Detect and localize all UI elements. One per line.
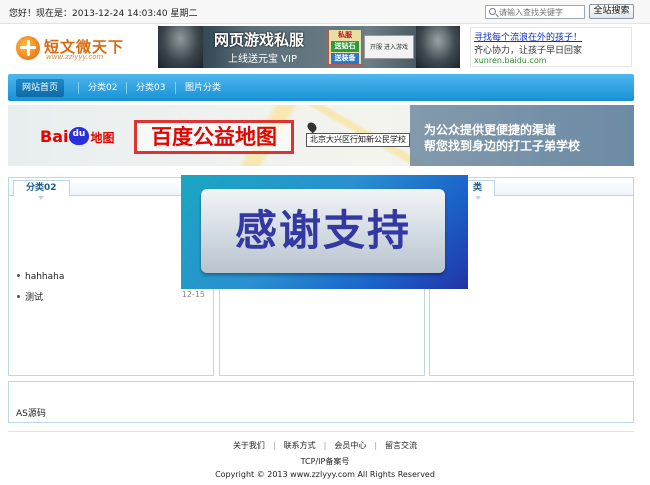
footer-links: 关于我们 | 联系方式 | 会员中心 | 留言交流 xyxy=(0,440,650,451)
search-icon xyxy=(489,8,496,15)
footer-divider xyxy=(8,431,634,432)
baidu-logo-left: Bai xyxy=(40,127,69,146)
banner-slogan-1: 为公众提供更便捷的渠道 xyxy=(424,123,557,137)
text-ad-url[interactable]: xunren.baidu.com xyxy=(474,56,628,65)
nav-item-category-02[interactable]: 分类02 xyxy=(88,79,117,97)
copyright: Copyright © 2013 www.zzlyyy.com All Righ… xyxy=(215,470,435,479)
baidu-map-logo: Bai 地图 xyxy=(40,127,115,146)
logo-url: www.zzlyyy.com xyxy=(46,53,104,61)
game-ad-panel: 开服 进入游戏 xyxy=(364,35,414,59)
baidu-paw-icon xyxy=(69,127,90,145)
nav-divider xyxy=(78,82,79,94)
baidu-logo-right: 地图 xyxy=(90,131,115,145)
school-label: 北京大兴区行知新公民学校 xyxy=(306,133,410,147)
game-ad-title: 网页游戏私服 xyxy=(214,31,305,49)
text-ad-link[interactable]: 寻找每个流浪在外的孩子！ xyxy=(474,30,628,43)
search-box[interactable] xyxy=(485,5,585,19)
box-title-tab[interactable]: 分类02 xyxy=(13,180,70,200)
list-item-title[interactable]: 测试 xyxy=(25,293,43,303)
bullet-icon xyxy=(17,295,20,298)
list-item-title[interactable]: hahhaha xyxy=(25,272,64,282)
site-logo[interactable]: 短文微天下 www.zzlyyy.com xyxy=(14,34,134,64)
greeting-datetime: 您好！现在是：2013-12-24 14:03:40 星期二 xyxy=(9,9,198,19)
list-item[interactable]: 测试 12-15 xyxy=(17,290,209,303)
nav-item-home[interactable]: 网站首页 xyxy=(16,79,65,97)
soldier-image xyxy=(416,26,460,68)
search-input[interactable] xyxy=(499,7,583,18)
soldier-image xyxy=(158,26,203,68)
footer-link-about[interactable]: 关于我们 xyxy=(233,441,265,450)
list-item-date: 12-15 xyxy=(181,290,205,299)
as-source-link[interactable]: AS源码 xyxy=(16,406,46,419)
bullet-icon xyxy=(17,274,20,277)
text-ad-desc: 齐心协力，让孩子早日回家 xyxy=(474,46,583,56)
badge-bot: 送装备 xyxy=(331,53,359,64)
footer-separator: | xyxy=(272,441,276,450)
footer-separator: | xyxy=(374,441,378,450)
badge-mid: 送钻石 xyxy=(331,41,359,52)
thanks-support-overlay[interactable]: 感谢支持 xyxy=(181,175,468,289)
thanks-text: 感谢支持 xyxy=(234,206,411,255)
footer-link-guestbook[interactable]: 留言交流 xyxy=(385,441,417,450)
logo-emblem-icon xyxy=(16,36,40,60)
badge-top: 私服 xyxy=(338,31,352,39)
game-ad-badge: 私服 送钻石 送装备 xyxy=(328,29,362,65)
nav-item-category-03[interactable]: 分类03 xyxy=(136,79,165,97)
footer-link-members[interactable]: 会员中心 xyxy=(334,441,366,450)
charity-map-title: 百度公益地图 xyxy=(134,120,294,154)
as-source-box: AS源码 xyxy=(8,381,634,423)
nav-item-images[interactable]: 图片分类 xyxy=(185,79,221,97)
nav-divider xyxy=(126,82,127,94)
icp-record[interactable]: TCP/IP备案号 xyxy=(0,456,650,467)
main-nav: 网站首页 分类02 分类03 图片分类 xyxy=(8,74,634,101)
baidu-charity-map-banner[interactable]: Bai 地图 百度公益地图 北京大兴区行知新公民学校 为公众提供更便捷的渠道 帮您… xyxy=(8,105,634,166)
banner-slogan-2: 帮您找到身边的打工子弟学校 xyxy=(424,139,581,153)
text-ad: 寻找每个流浪在外的孩子！ 齐心协力，让孩子早日回家 xunren.baidu.c… xyxy=(470,27,632,67)
footer-separator: | xyxy=(323,441,327,450)
game-ad-subtitle: 上线送元宝 VIP xyxy=(228,54,297,65)
nav-divider xyxy=(175,82,176,94)
site-search-button[interactable]: 全站搜索 xyxy=(589,4,634,19)
game-ad-banner[interactable]: 网页游戏私服 上线送元宝 VIP 私服 送钻石 送装备 开服 进入游戏 xyxy=(158,26,460,68)
thanks-panel: 感谢支持 xyxy=(201,189,445,273)
footer-link-contact[interactable]: 联系方式 xyxy=(284,441,316,450)
